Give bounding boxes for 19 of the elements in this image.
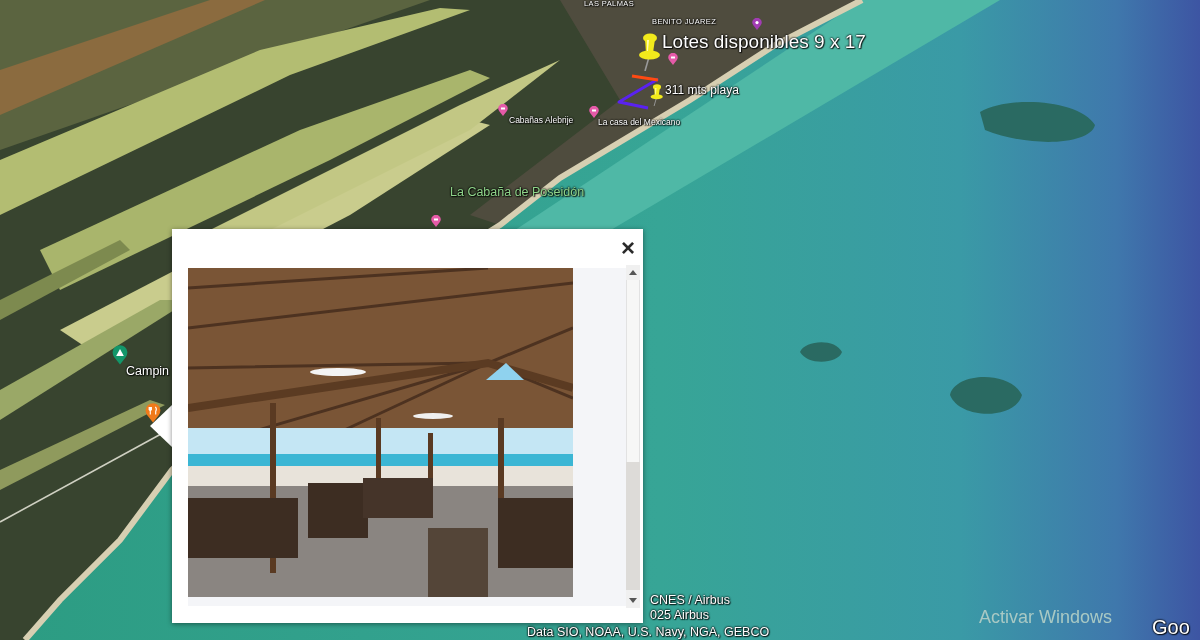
pin-icon[interactable] — [589, 106, 599, 118]
pin-icon[interactable] — [668, 53, 678, 65]
activation-notice: Activar Windows — [979, 607, 1113, 628]
logo-text: Goo — [1152, 616, 1190, 639]
place-label: Cabañas Alebrije — [509, 116, 574, 126]
attribution-text: CNES / Airbus — [650, 593, 730, 608]
pin-icon[interactable] — [431, 215, 441, 227]
attribution-text: Data SIO, NOAA, U.S. Navy, NGA, GEBCO — [527, 625, 770, 640]
pin-icon[interactable] — [498, 104, 508, 116]
caret-down-icon — [629, 598, 637, 603]
place-label: Campin — [126, 364, 170, 379]
fork-knife-pin-icon[interactable] — [145, 403, 161, 423]
pin-icon[interactable] — [752, 18, 762, 30]
pushpin-icon[interactable] — [650, 84, 664, 106]
pushpin-icon[interactable] — [638, 33, 662, 71]
scrollbar-thumb[interactable] — [626, 462, 640, 590]
campsite-pin-icon[interactable] — [112, 345, 128, 365]
caret-up-icon — [629, 270, 637, 275]
attribution-text: 025 Airbus — [650, 608, 710, 623]
